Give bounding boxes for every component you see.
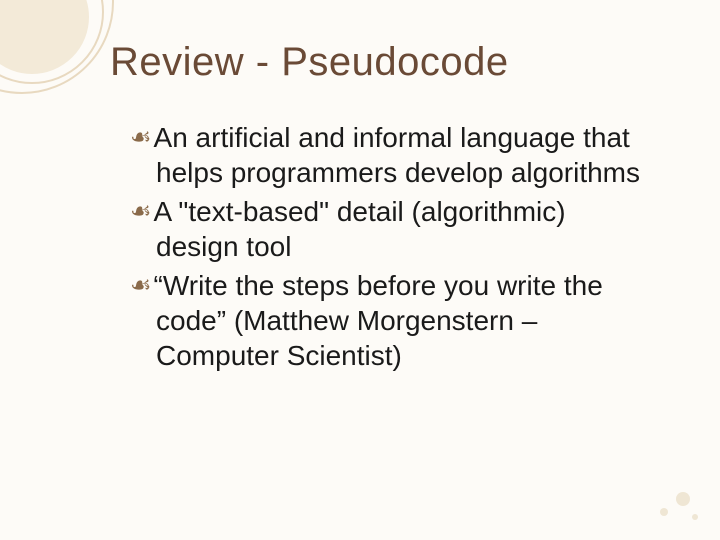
decor-dot: [692, 514, 698, 520]
list-item-text: An artificial and informal language that…: [154, 122, 640, 188]
list-item: ☙An artificial and informal language tha…: [130, 120, 650, 190]
list-item-text: A "text-based" detail (algorithmic) desi…: [154, 196, 566, 262]
list-item: ☙A "text-based" detail (algorithmic) des…: [130, 194, 650, 264]
bullet-icon: ☙: [130, 273, 154, 299]
slide-title: Review - Pseudocode: [110, 40, 509, 85]
slide: Review - Pseudocode ☙An artificial and i…: [0, 0, 720, 540]
bullet-icon: ☙: [130, 125, 154, 151]
list-item-text: “Write the steps before you write the co…: [154, 270, 603, 371]
slide-body: ☙An artificial and informal language tha…: [130, 120, 650, 377]
bullet-icon: ☙: [130, 199, 154, 225]
decor-dot: [676, 492, 690, 506]
decor-dot: [660, 508, 668, 516]
list-item: ☙“Write the steps before you write the c…: [130, 268, 650, 373]
